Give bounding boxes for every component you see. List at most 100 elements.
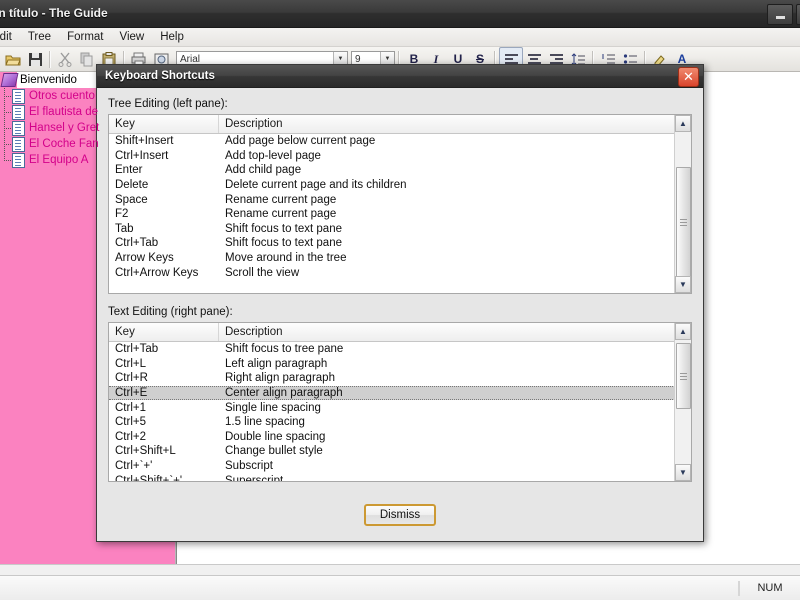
table-row[interactable]: Shift+Insert Add page below current page	[109, 134, 691, 149]
shortcut-description: Superscript	[225, 474, 284, 482]
grip-icon	[680, 218, 687, 226]
open-icon[interactable]	[2, 48, 24, 70]
table-row[interactable]: Ctrl+Shift+L Change bullet style	[109, 444, 691, 459]
column-header-key: Key	[109, 115, 219, 133]
shortcut-key: Enter	[115, 164, 143, 177]
table-row[interactable]: Ctrl+Arrow Keys Scroll the view	[109, 265, 691, 280]
shortcut-key: F2	[115, 208, 129, 221]
table-row[interactable]: Ctrl+Tab Shift focus to tree pane	[109, 342, 691, 357]
shortcut-description: Add top-level page	[225, 149, 321, 162]
dialog-title: Keyboard Shortcuts	[105, 70, 215, 82]
table-row[interactable]: Ctrl+Insert Add top-level page	[109, 149, 691, 164]
column-header-description: Description	[225, 118, 283, 130]
grip-icon	[680, 372, 687, 380]
tree-line	[4, 144, 6, 161]
tree-editing-section-label: Tree Editing (left pane):	[108, 98, 228, 110]
book-icon	[0, 73, 19, 87]
text-shortcuts-list[interactable]: Key Description Ctrl+Tab Shift focus to t…	[108, 322, 692, 482]
keyboard-shortcuts-dialog: Keyboard Shortcuts ✕ Tree Editing (left …	[96, 64, 704, 542]
shortcut-key: Ctrl+1	[115, 401, 146, 414]
menu-help[interactable]: Help	[152, 29, 192, 45]
maximize-button[interactable]	[796, 4, 800, 25]
shortcut-description: Left align paragraph	[225, 357, 328, 370]
shortcut-description: Center align paragraph	[225, 387, 343, 400]
shortcut-key: Ctrl+Insert	[115, 149, 169, 162]
menu-view[interactable]: View	[111, 29, 152, 45]
shortcut-description: Single line spacing	[225, 401, 321, 414]
window-title: in título - The Guide	[0, 6, 108, 20]
shortcut-key: Shift+Insert	[115, 135, 174, 148]
shortcut-description: Subscript	[225, 460, 273, 473]
scroll-up-button[interactable]: ▲	[675, 115, 691, 132]
shortcut-description: Delete current page and its children	[225, 179, 407, 192]
menubar: Edit Tree Format View Help	[0, 28, 800, 47]
cut-icon[interactable]	[54, 48, 76, 70]
application-window: in título - The Guide Edit Tree Format V…	[0, 0, 800, 600]
table-row[interactable]: Arrow Keys Move around in the tree	[109, 251, 691, 266]
shortcut-key: Ctrl+Tab	[115, 343, 159, 356]
tree-item-label: Bienvenido	[20, 74, 77, 86]
save-icon[interactable]	[24, 48, 46, 70]
column-header-description: Description	[225, 326, 283, 338]
dialog-body: Tree Editing (left pane): Key Descriptio…	[97, 88, 703, 482]
table-row[interactable]: F2 Rename current page	[109, 207, 691, 222]
scrollbar-thumb[interactable]	[676, 343, 691, 409]
shortcut-description: Scroll the view	[225, 266, 300, 279]
table-row[interactable]: Ctrl+Shift+`+' Superscript	[109, 473, 691, 482]
table-row[interactable]: Ctrl+Tab Shift focus to text pane	[109, 236, 691, 251]
text-shortcuts-header: Key Description	[109, 323, 691, 342]
statusbar: NUM	[0, 575, 800, 600]
dialog-titlebar: Keyboard Shortcuts ✕	[97, 65, 703, 88]
scroll-down-button[interactable]: ▼	[675, 464, 691, 481]
close-icon[interactable]: ✕	[678, 67, 699, 87]
shortcut-key: Ctrl+5	[115, 416, 146, 429]
window-controls	[767, 4, 800, 25]
menu-edit[interactable]: Edit	[0, 29, 20, 45]
table-row-selected[interactable]: Ctrl+E Center align paragraph	[109, 385, 691, 401]
table-row[interactable]: Tab Shift focus to text pane	[109, 222, 691, 237]
table-row[interactable]: Ctrl+5 1.5 line spacing	[109, 415, 691, 430]
page-icon	[12, 152, 25, 168]
dismiss-button[interactable]: Dismiss	[364, 504, 436, 526]
shortcut-key: Ctrl+R	[115, 372, 148, 385]
shortcut-key: Space	[115, 193, 148, 206]
minimize-button[interactable]	[767, 4, 793, 25]
tree-line	[4, 128, 6, 145]
tree-shortcuts-list[interactable]: Key Description Shift+Insert Add page bel…	[108, 114, 692, 294]
column-header-key: Key	[109, 323, 219, 341]
shortcut-description: Add child page	[225, 164, 302, 177]
scroll-down-button[interactable]: ▼	[675, 276, 691, 293]
menu-tree[interactable]: Tree	[20, 29, 59, 45]
copy-icon[interactable]	[76, 48, 98, 70]
table-row[interactable]: Ctrl+1 Single line spacing	[109, 400, 691, 415]
page-icon	[12, 88, 25, 104]
table-row[interactable]: Delete Delete current page and its childr…	[109, 178, 691, 193]
table-row[interactable]: Ctrl+R Right align paragraph	[109, 371, 691, 386]
shortcut-description: Change bullet style	[225, 445, 323, 458]
shortcut-key: Ctrl+Shift+`+'	[115, 474, 183, 482]
tree-item-label: El Coche Fan	[29, 138, 99, 150]
text-list-scrollbar[interactable]: ▲ ▼	[674, 323, 691, 481]
scroll-up-button[interactable]: ▲	[675, 323, 691, 340]
shortcut-key: Ctrl+`+'	[115, 460, 153, 473]
minimize-icon	[775, 15, 785, 19]
shortcut-description: 1.5 line spacing	[225, 416, 305, 429]
shortcut-key: Ctrl+Tab	[115, 237, 159, 250]
shortcut-description: Rename current page	[225, 208, 337, 221]
shortcut-description: Move around in the tree	[225, 252, 347, 265]
shortcut-key: Ctrl+E	[115, 387, 148, 400]
table-row[interactable]: Ctrl+L Left align paragraph	[109, 357, 691, 372]
table-row[interactable]: Ctrl+2 Double line spacing	[109, 430, 691, 445]
page-icon	[12, 104, 25, 120]
text-editing-section-label: Text Editing (right pane):	[108, 306, 233, 318]
table-row[interactable]: Space Rename current page	[109, 192, 691, 207]
table-row[interactable]: Ctrl+`+' Subscript	[109, 459, 691, 474]
table-row[interactable]: Enter Add child page	[109, 163, 691, 178]
shortcut-key: Ctrl+2	[115, 430, 146, 443]
shortcut-key: Tab	[115, 222, 134, 235]
tree-list-scrollbar[interactable]: ▲ ▼	[674, 115, 691, 293]
menu-format[interactable]: Format	[59, 29, 111, 45]
scrollbar-thumb[interactable]	[676, 167, 691, 277]
font-size-value: 9	[355, 53, 361, 65]
tree-item-label: El Equipo A	[29, 154, 89, 166]
